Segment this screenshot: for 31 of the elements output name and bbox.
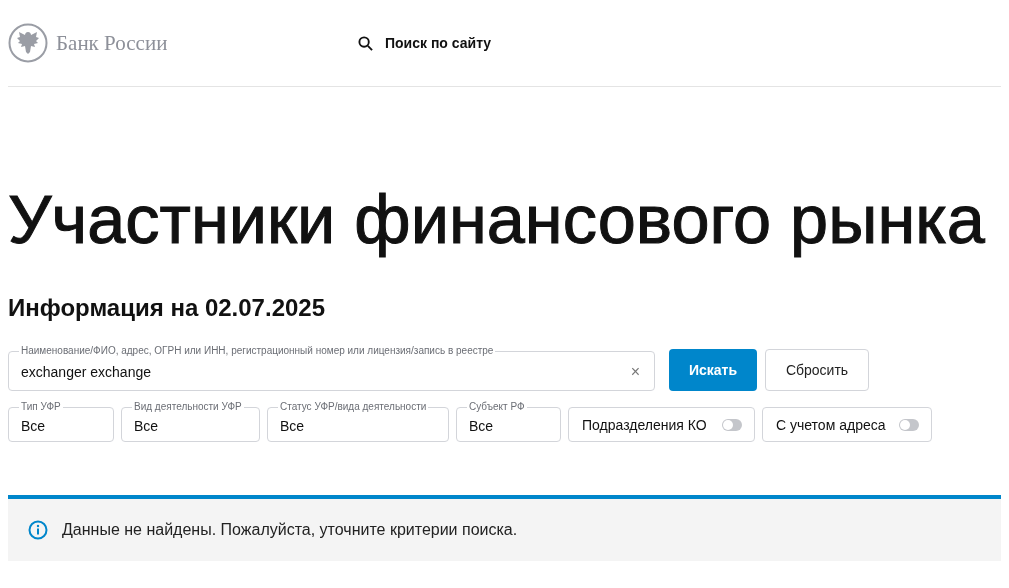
field-label: Наименование/ФИО, адрес, ОГРН или ИНН, регистрационный номер или лицензия/запись в реестре: [20, 345, 495, 357]
search-field[interactable]: Наименование/ФИО, адрес, ОГРН или ИНН, регистрационный номер или лицензия/запись в реестре exchanger exchange ×: [8, 345, 655, 391]
toggle-label: Подразделения КО: [582, 416, 707, 433]
toggle-filter[interactable]: Подразделения КО: [568, 407, 755, 442]
reset-button[interactable]: Сбросить: [765, 349, 869, 391]
filter-select[interactable]: Вид деятельности УФР Все: [121, 401, 260, 442]
info-icon: [28, 520, 48, 540]
field-label: Тип УФР: [20, 401, 62, 413]
field-value: Все: [134, 417, 159, 435]
toggle-switch[interactable]: [899, 418, 919, 431]
field-label: Статус УФР/вида деятельности: [279, 401, 428, 413]
field-label: Субъект РФ: [468, 401, 526, 413]
search-button[interactable]: Искать: [669, 349, 757, 391]
field-value: Все: [469, 417, 494, 435]
field-value: Все: [21, 417, 46, 435]
toggle-filter[interactable]: С учетом адреса: [762, 407, 932, 442]
notice-text: Данные не найдены. Пожалуйста, уточните критерии поиска.: [62, 521, 518, 539]
field-label: Вид деятельности УФР: [133, 401, 243, 413]
field-value: exchanger exchange: [21, 364, 151, 381]
toggle-label: С учетом адреса: [776, 416, 886, 433]
filter-select[interactable]: Тип УФР Все: [8, 401, 114, 442]
filter-select[interactable]: Субъект РФ Все: [456, 401, 561, 442]
search-icon: [358, 35, 373, 51]
clear-icon[interactable]: ×: [630, 363, 640, 381]
filter-select[interactable]: Статус УФР/вида деятельности Все: [267, 401, 449, 442]
site-search-link[interactable]: Поиск по сайту: [358, 35, 492, 51]
info-date-heading: Информация на 02.07.2025: [8, 293, 327, 323]
page-title: Участники финансового рынка: [8, 185, 986, 255]
eagle-emblem-icon[interactable]: [8, 23, 48, 63]
toggle-switch[interactable]: [722, 418, 742, 431]
field-value: Все: [280, 417, 305, 435]
